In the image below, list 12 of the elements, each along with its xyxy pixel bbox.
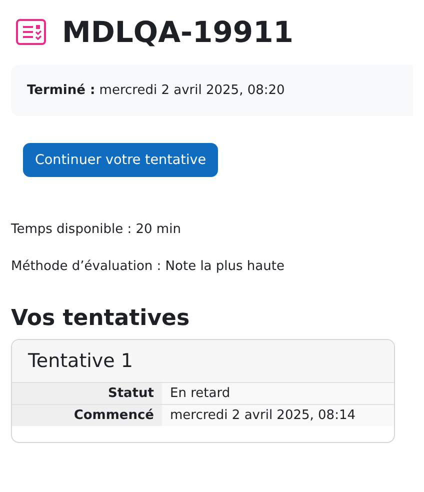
section-heading: Vos tentatives (11, 305, 191, 333)
attempt-title: Tentative 1 (28, 350, 134, 372)
continue-button[interactable]: Continuer votre tentative (23, 143, 218, 177)
info-text: Temps disponible : 20 min (11, 221, 182, 239)
info-text: Méthode d’évaluation : Note la plus haute (11, 258, 286, 276)
page-title: MDLQA-19911 (62, 14, 294, 50)
quiz-icon (16, 19, 46, 45)
table-header-cell: Commencé (12, 404, 162, 426)
table-cell: mercredi 2 avril 2025, 08:14 (162, 404, 394, 426)
table-cell: En retard (162, 383, 394, 404)
summary-text: Terminé : mercredi 2 avril 2025, 08:20 (27, 83, 285, 98)
table-header-cell: Statut (12, 383, 162, 404)
